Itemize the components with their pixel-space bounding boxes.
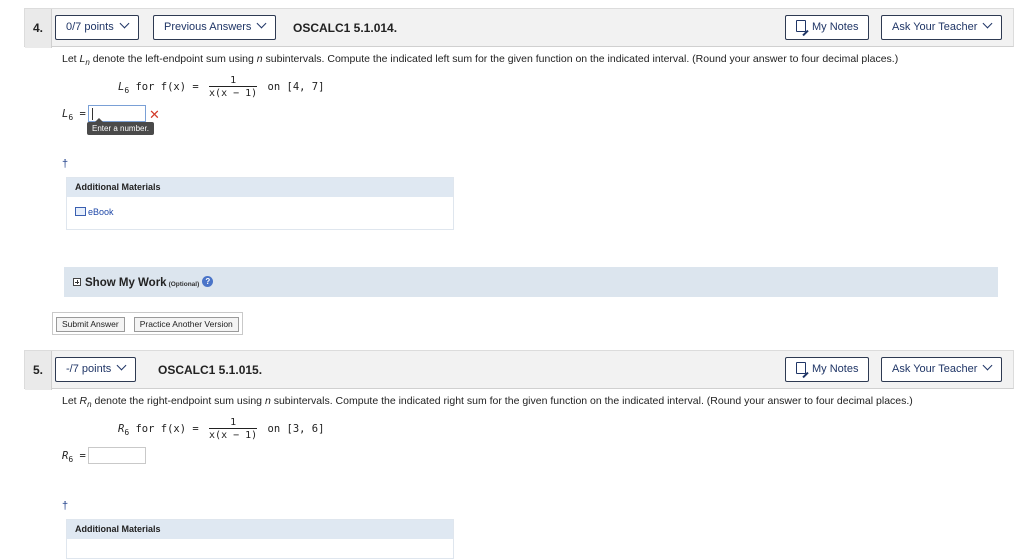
fraction-denominator: x(x − 1) (209, 88, 258, 99)
text-cursor (92, 108, 93, 120)
formula-interval: on [3, 6] (267, 423, 325, 435)
fraction: 1 x(x − 1) (209, 417, 258, 441)
additional-materials-panel: Additional Materials (66, 519, 454, 559)
ask-teacher-dropdown[interactable]: Ask Your Teacher (881, 357, 1003, 382)
question-header: 4. 0/7 points Previous Answers OSCALC1 5… (24, 8, 1014, 48)
my-notes-button[interactable]: My Notes (785, 15, 870, 40)
optional-label: (Optional) (168, 281, 200, 288)
book-icon (75, 207, 86, 217)
ask-teacher-label: Ask Your Teacher (892, 21, 978, 33)
show-my-work-label: Show My Work (85, 277, 167, 289)
additional-materials-panel: Additional Materials eBook (66, 177, 454, 230)
validation-tooltip: Enter a number. (87, 118, 154, 135)
show-my-work-bar[interactable]: Show My Work (Optional)? (64, 267, 998, 297)
fraction-numerator: 1 (209, 75, 258, 87)
additional-materials-header: Additional Materials (67, 178, 453, 197)
prompt-variable: R (79, 395, 88, 407)
my-notes-button[interactable]: My Notes (785, 357, 870, 382)
points-label: 0/7 points (66, 21, 114, 33)
chevron-down-icon (116, 360, 127, 371)
formula-for: for (129, 81, 161, 93)
answer-label: L6 = (62, 108, 86, 122)
my-notes-label: My Notes (812, 21, 859, 33)
formula-fx: f(x) = (160, 423, 199, 435)
answer-label-eq: = (73, 450, 86, 462)
notes-icon (796, 20, 806, 33)
previous-answers-label: Previous Answers (164, 21, 252, 33)
fraction-numerator: 1 (209, 417, 258, 429)
chevron-down-icon (982, 360, 993, 371)
my-notes-label: My Notes (812, 363, 859, 375)
question-id: OSCALC1 5.1.015. (158, 363, 263, 377)
function-formula: L6 for f(x) = 1 x(x − 1) on [4, 7] (118, 75, 324, 99)
fraction-denominator: x(x − 1) (209, 430, 258, 441)
points-dropdown[interactable]: -/7 points (55, 357, 137, 382)
question-header: 5. -/7 points OSCALC1 5.1.015. My Notes … (24, 350, 1014, 390)
chevron-down-icon (982, 18, 993, 29)
prompt-text: denote the right-endpoint sum using (91, 395, 265, 407)
points-dropdown[interactable]: 0/7 points (55, 15, 139, 40)
prompt-text: subintervals. Compute the indicated left… (262, 53, 899, 65)
chevron-down-icon (119, 18, 130, 29)
ask-teacher-label: Ask Your Teacher (892, 363, 978, 375)
answer-label: R6 = (62, 450, 86, 464)
formula-for: for (129, 423, 161, 435)
help-icon[interactable]: ? (202, 276, 214, 288)
question-prompt: Let Rn denote the right-endpoint sum usi… (62, 395, 913, 409)
expand-plus-icon[interactable] (73, 277, 81, 286)
notes-icon (796, 362, 806, 375)
previous-answers-dropdown[interactable]: Previous Answers (153, 15, 277, 40)
ebook-link[interactable]: eBook (75, 207, 114, 217)
prompt-text: Let (62, 53, 80, 65)
question-prompt: Let Ln denote the left-endpoint sum usin… (62, 53, 898, 67)
prompt-text: subintervals. Compute the indicated righ… (270, 395, 913, 407)
fraction: 1 x(x − 1) (209, 75, 258, 99)
formula-interval: on [4, 7] (267, 81, 325, 93)
practice-another-version-button[interactable]: Practice Another Version (133, 317, 239, 332)
question-4: 4. 0/7 points Previous Answers OSCALC1 5… (24, 8, 1014, 335)
ebook-label: eBook (88, 207, 114, 217)
prompt-text: denote the left-endpoint sum using (89, 53, 257, 65)
submit-answer-button[interactable]: Submit Answer (56, 317, 125, 332)
dagger-icon[interactable]: † (62, 158, 68, 170)
prompt-text: Let (62, 395, 80, 407)
points-label: -/7 points (66, 363, 112, 375)
incorrect-x-icon: ✕ (149, 107, 160, 122)
answer-input[interactable] (88, 447, 146, 464)
dagger-icon[interactable]: † (62, 500, 68, 512)
additional-materials-header: Additional Materials (67, 520, 453, 539)
ask-teacher-dropdown[interactable]: Ask Your Teacher (881, 15, 1003, 40)
answer-label-eq: = (73, 108, 86, 120)
question-5: 5. -/7 points OSCALC1 5.1.015. My Notes … (24, 350, 1014, 559)
function-formula: R6 for f(x) = 1 x(x − 1) on [3, 6] (118, 417, 324, 441)
question-number: 4. (25, 9, 52, 48)
question-id: OSCALC1 5.1.014. (293, 21, 398, 35)
question-number: 5. (25, 351, 52, 390)
action-buttons: Submit Answer Practice Another Version (52, 312, 243, 335)
chevron-down-icon (256, 18, 267, 29)
formula-fx: f(x) = (160, 81, 199, 93)
